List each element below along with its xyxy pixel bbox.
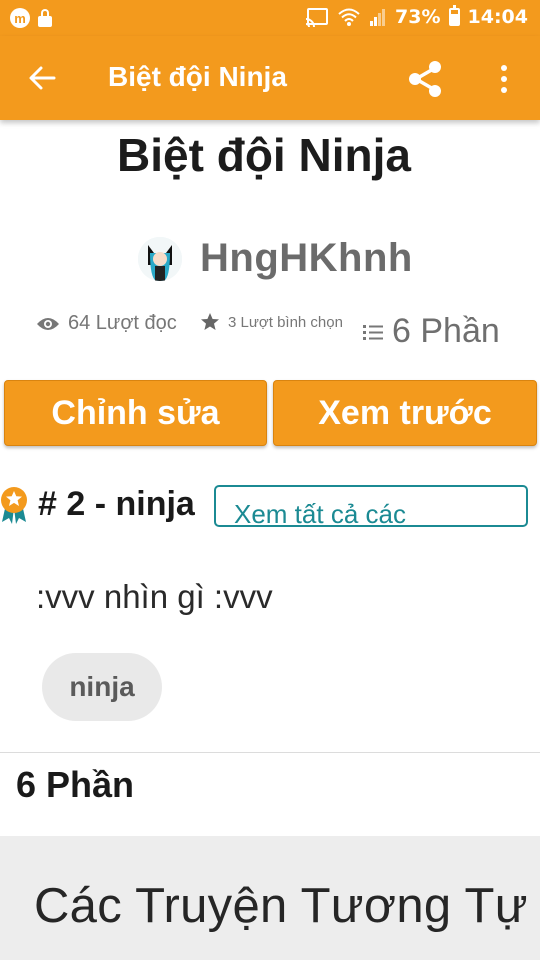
parts-heading[interactable]: 6 Phần (16, 764, 134, 806)
status-bar: m 73% 14:04 (0, 0, 540, 36)
more-options-button[interactable] (488, 57, 520, 101)
medal-icon (1, 487, 27, 524)
lock-icon (38, 9, 52, 27)
cast-icon (305, 8, 329, 27)
story-description: :vvv nhìn gì :vvv (36, 578, 273, 615)
similar-stories-heading: Các Truyện Tương Tự (34, 879, 528, 933)
share-button[interactable] (404, 57, 448, 101)
author-name[interactable]: HngHKhnh (200, 236, 413, 281)
wifi-icon (338, 8, 360, 26)
more-vert-icon (501, 65, 507, 71)
app-bar-title: Biệt đội Ninja (108, 61, 287, 92)
avatar-image (138, 236, 182, 281)
clock: 14:04 (467, 6, 528, 28)
ranking-label: # 2 - ninja (38, 484, 195, 523)
parts-count: 6 Phần (392, 312, 500, 350)
app-bar: Biệt đội Ninja (0, 36, 540, 120)
similar-stories-section: Các Truyện Tương Tự (0, 836, 540, 960)
reads-count: 64 Lượt đọc (68, 312, 177, 334)
divider (0, 752, 540, 753)
tag-chip[interactable]: ninja (42, 653, 162, 721)
eye-icon (37, 317, 59, 330)
battery-icon (448, 5, 460, 26)
preview-button[interactable]: Xem trước (273, 380, 537, 446)
battery-percent: 73% (395, 6, 441, 28)
see-all-rankings-button[interactable]: Xem tất cả các (214, 485, 528, 527)
app-notification-icon: m (10, 8, 30, 28)
ranking-row: # 2 - ninja (0, 484, 195, 524)
status-right: 73% 14:04 (305, 5, 528, 28)
avatar[interactable] (138, 236, 182, 281)
author-row[interactable]: HngHKhnh (138, 236, 413, 281)
edit-button[interactable]: Chỉnh sửa (4, 380, 267, 446)
share-icon (409, 61, 441, 97)
story-title: Biệt đội Ninja (117, 129, 411, 181)
back-button[interactable] (22, 58, 62, 98)
parts-stat: 6 Phần (362, 312, 500, 351)
reads-stat: 64 Lượt đọc (36, 312, 177, 335)
status-left: m (10, 8, 52, 28)
votes-stat: 3 Lượt bình chọn (200, 312, 343, 332)
votes-count: 3 Lượt bình chọn (228, 313, 343, 331)
signal-icon (370, 9, 386, 26)
star-icon (201, 313, 219, 330)
list-icon (363, 324, 383, 340)
arrow-left-icon (29, 66, 56, 90)
